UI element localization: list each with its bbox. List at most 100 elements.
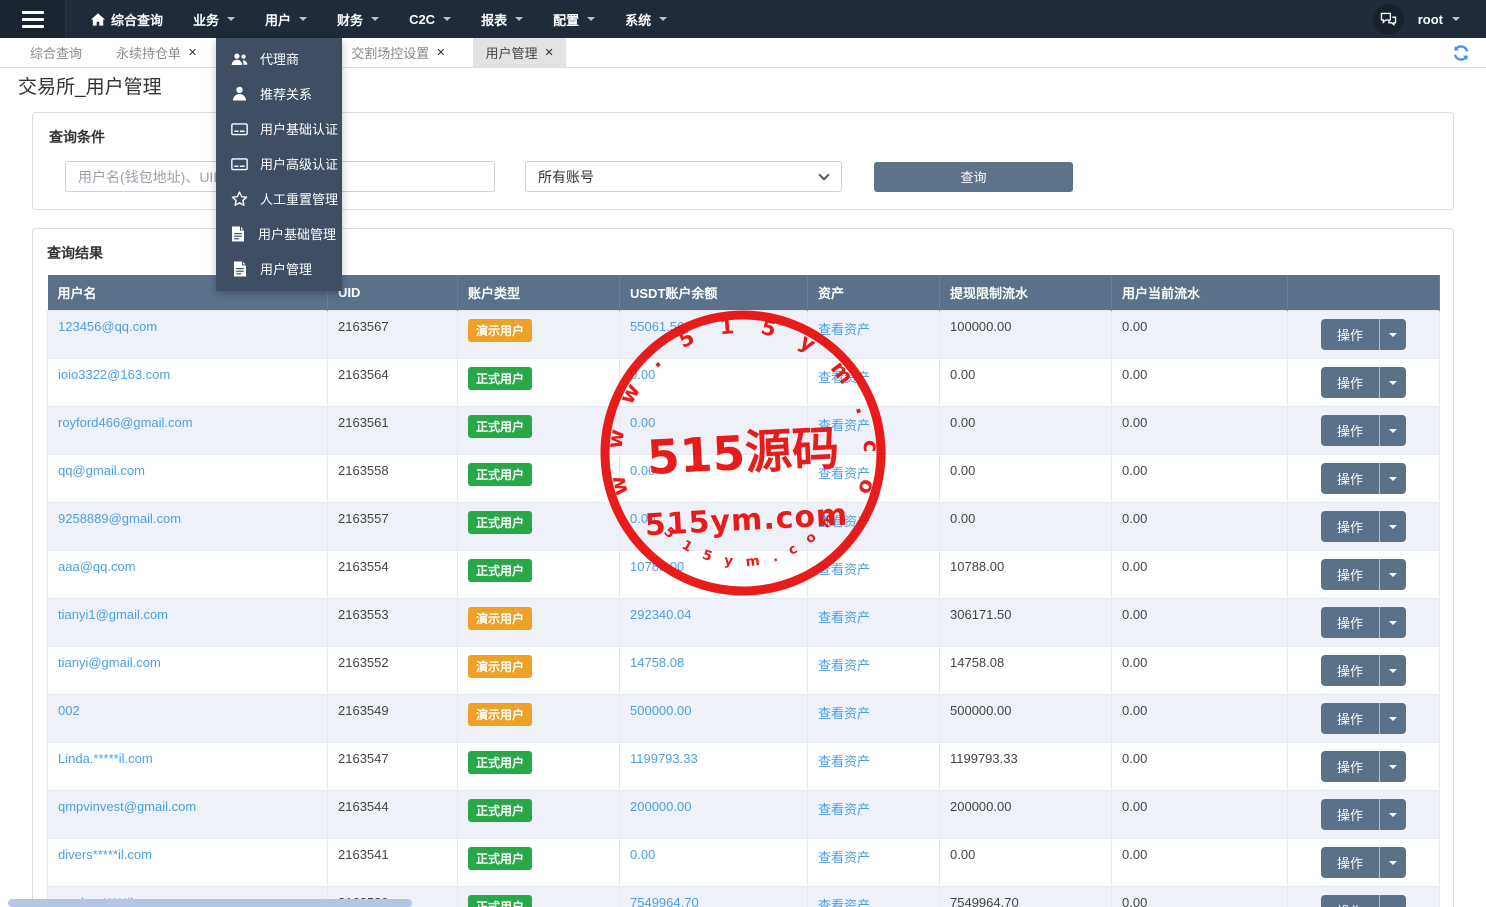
menu-item-3[interactable]: 用户高级认证 <box>216 146 342 181</box>
action-dropdown-toggle[interactable] <box>1379 367 1406 398</box>
action-button[interactable]: 操作 <box>1320 607 1406 638</box>
username-link[interactable]: qmpvinvest@gmail.com <box>58 799 196 814</box>
action-dropdown-toggle[interactable] <box>1379 559 1406 590</box>
usdt-balance-link[interactable]: 0.00 <box>630 415 655 430</box>
cell-account-type: 演示用户 <box>457 310 620 359</box>
usdt-balance-link[interactable]: 7549964.70 <box>630 895 699 907</box>
sidebar-toggle-button[interactable] <box>0 0 66 38</box>
action-button[interactable]: 操作 <box>1320 559 1406 590</box>
menu-item-5[interactable]: 用户基础管理 <box>216 216 342 251</box>
username-link[interactable]: 9258889@gmail.com <box>58 511 181 526</box>
action-dropdown-toggle[interactable] <box>1379 655 1406 686</box>
action-button[interactable]: 操作 <box>1320 367 1406 398</box>
view-assets-link[interactable]: 查看资产 <box>818 514 870 529</box>
action-button[interactable]: 操作 <box>1320 655 1406 686</box>
action-button[interactable]: 操作 <box>1320 463 1406 494</box>
close-icon[interactable]: ✕ <box>545 46 554 59</box>
tab-3[interactable]: 用户管理 ✕ <box>473 38 566 67</box>
usdt-balance-link[interactable]: 10788.00 <box>630 559 684 574</box>
nav-item-business[interactable]: 业务 <box>178 0 250 38</box>
account-type-badge: 正式用户 <box>468 367 533 390</box>
view-assets-link[interactable]: 查看资产 <box>818 610 870 625</box>
action-dropdown-toggle[interactable] <box>1379 415 1406 446</box>
username-link[interactable]: tianyi@gmail.com <box>58 655 161 670</box>
view-assets-link[interactable]: 查看资产 <box>818 466 870 481</box>
action-dropdown-toggle[interactable] <box>1379 511 1406 542</box>
action-dropdown-toggle[interactable] <box>1379 463 1406 494</box>
username-link[interactable]: divers*****il.com <box>58 847 152 862</box>
action-dropdown-toggle[interactable] <box>1379 895 1406 907</box>
view-assets-link[interactable]: 查看资产 <box>818 706 870 721</box>
nav-item-system[interactable]: 系统 <box>610 0 682 38</box>
close-icon[interactable]: ✕ <box>188 46 197 59</box>
usdt-balance-link[interactable]: 0.00 <box>630 511 655 526</box>
action-button[interactable]: 操作 <box>1320 799 1406 830</box>
username-link[interactable]: 123456@qq.com <box>58 319 157 334</box>
view-assets-link[interactable]: 查看资产 <box>818 322 870 337</box>
action-dropdown-toggle[interactable] <box>1379 847 1406 878</box>
menu-item-2[interactable]: 用户基础认证 <box>216 111 342 146</box>
cell-usdt-balance: 292340.04 <box>619 598 808 647</box>
nav-item-c2c[interactable]: C2C <box>394 0 466 38</box>
view-assets-link[interactable]: 查看资产 <box>818 370 870 385</box>
action-button[interactable]: 操作 <box>1320 415 1406 446</box>
view-assets-link[interactable]: 查看资产 <box>818 802 870 817</box>
action-dropdown-toggle[interactable] <box>1379 319 1406 350</box>
uid-value: 2163558 <box>338 463 389 478</box>
horizontal-scrollbar-thumb[interactable] <box>8 899 412 907</box>
close-icon[interactable]: ✕ <box>436 46 445 59</box>
action-button[interactable]: 操作 <box>1320 319 1406 350</box>
view-assets-link[interactable]: 查看资产 <box>818 418 870 433</box>
messages-button[interactable] <box>1372 3 1404 35</box>
view-assets-link[interactable]: 查看资产 <box>818 754 870 769</box>
usdt-balance-link[interactable]: 55061.56 <box>630 319 684 334</box>
usdt-balance-link[interactable]: 200000.00 <box>630 799 691 814</box>
nav-item-user[interactable]: 用户 <box>250 0 322 38</box>
search-button[interactable]: 查询 <box>874 161 1073 192</box>
username-link[interactable]: ioio3322@163.com <box>58 367 170 382</box>
action-button[interactable]: 操作 <box>1320 847 1406 878</box>
action-dropdown-toggle[interactable] <box>1379 703 1406 734</box>
menu-item-6[interactable]: 用户管理 <box>216 251 342 286</box>
nav-item-finance[interactable]: 财务 <box>322 0 394 38</box>
action-button[interactable]: 操作 <box>1320 751 1406 782</box>
view-assets-link[interactable]: 查看资产 <box>818 850 870 865</box>
view-assets-link[interactable]: 查看资产 <box>818 658 870 673</box>
username-link[interactable]: royford466@gmail.com <box>58 415 193 430</box>
usdt-balance-link[interactable]: 292340.04 <box>630 607 691 622</box>
usdt-balance-link[interactable]: 0.00 <box>630 847 655 862</box>
usdt-balance-link[interactable]: 14758.08 <box>630 655 684 670</box>
action-button[interactable]: 操作 <box>1320 703 1406 734</box>
username-link[interactable]: tianyi1@gmail.com <box>58 607 168 622</box>
action-dropdown-toggle[interactable] <box>1379 799 1406 830</box>
menu-item-4[interactable]: 人工重置管理 <box>216 181 342 216</box>
view-assets-link[interactable]: 查看资产 <box>818 562 870 577</box>
tab-0[interactable]: 综合查询 <box>18 38 94 67</box>
action-dropdown-toggle[interactable] <box>1379 751 1406 782</box>
nav-item-report[interactable]: 报表 <box>466 0 538 38</box>
menu-item-1[interactable]: 推荐关系 <box>216 76 342 111</box>
chevron-down-icon <box>227 17 236 21</box>
action-button[interactable]: 操作 <box>1320 895 1406 907</box>
username-link[interactable]: 002 <box>58 703 80 718</box>
usdt-balance-link[interactable]: 1199793.33 <box>630 751 698 766</box>
usdt-balance-link[interactable]: 500000.00 <box>630 703 691 718</box>
tab-2[interactable]: 交割场控设置 ✕ <box>339 38 457 67</box>
username-link[interactable]: Linda.*****il.com <box>58 751 153 766</box>
refresh-icon[interactable] <box>1452 44 1470 62</box>
username-link[interactable]: qq@gmail.com <box>58 463 145 478</box>
nav-item-config[interactable]: 配置 <box>538 0 610 38</box>
account-filter-select[interactable]: 所有账号 <box>525 161 842 192</box>
nav-item-query[interactable]: 综合查询 <box>76 0 178 38</box>
user-menu-button[interactable]: root <box>1418 12 1460 27</box>
usdt-balance-link[interactable]: 0.00 <box>630 463 655 478</box>
action-button[interactable]: 操作 <box>1320 511 1406 542</box>
username-link[interactable]: aaa@qq.com <box>58 559 136 574</box>
tab-1[interactable]: 永续持仓单 ✕ <box>104 38 209 67</box>
uid-value: 2163561 <box>338 415 389 430</box>
usdt-balance-link[interactable]: 0.00 <box>630 367 655 382</box>
action-dropdown-toggle[interactable] <box>1379 607 1406 638</box>
account-type-badge: 演示用户 <box>468 703 533 726</box>
view-assets-link[interactable]: 查看资产 <box>818 898 870 907</box>
menu-item-0[interactable]: 代理商 <box>216 41 342 76</box>
